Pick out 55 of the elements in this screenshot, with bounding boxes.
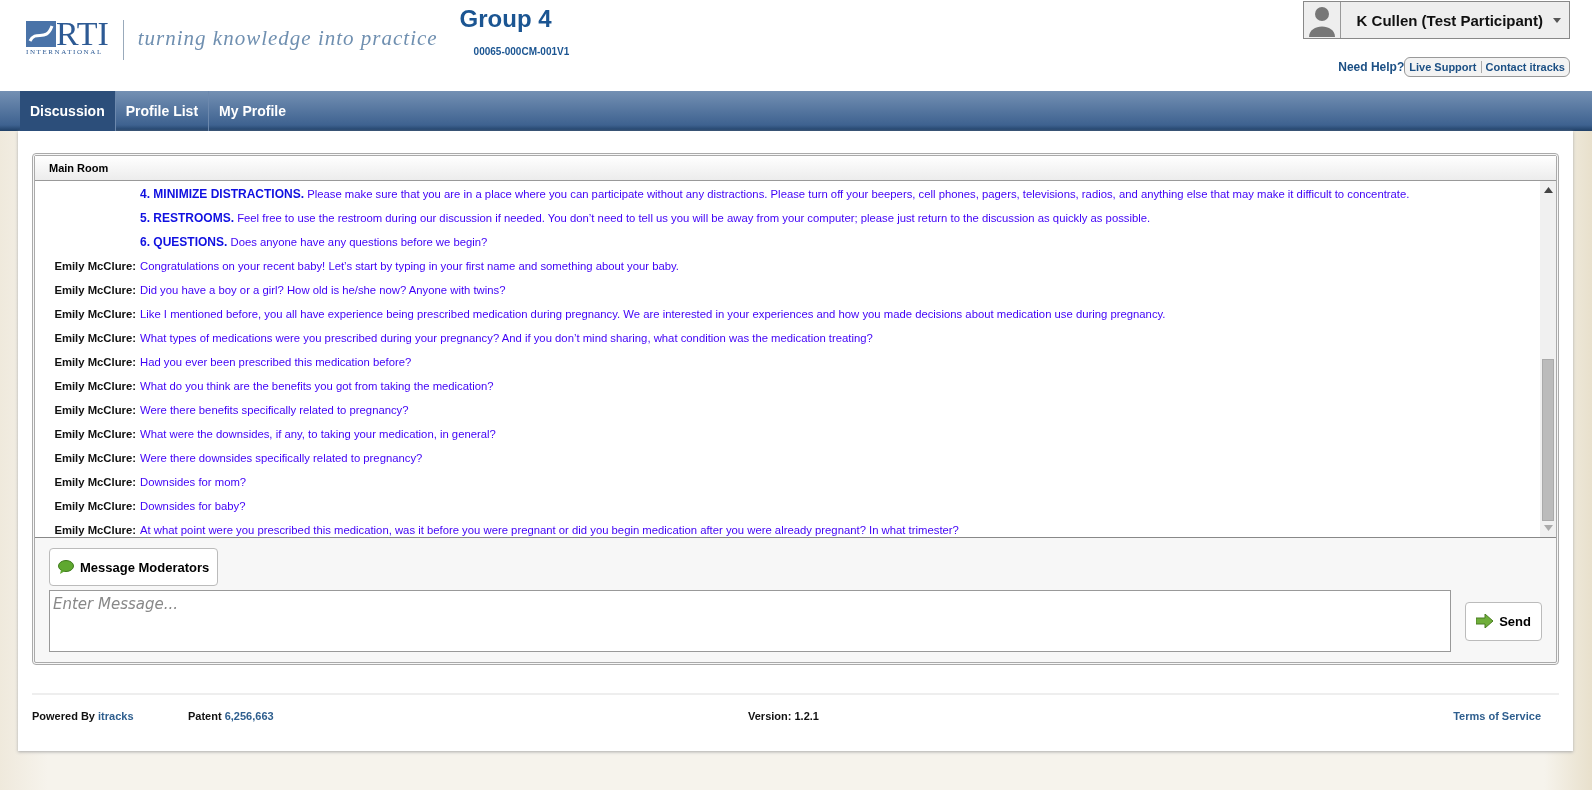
message-speaker: Emily McClure:	[54, 380, 136, 392]
message-text: What were the downsides, if any, to taking your medication, in general?	[140, 428, 496, 440]
message-input[interactable]: Enter Message...	[49, 590, 1452, 652]
user-menu-button[interactable]: K Cullen (Test Participant)	[1302, 1, 1570, 39]
nav-tab[interactable]: My Profile	[209, 91, 296, 131]
message-speaker: Emily McClure:	[54, 476, 136, 488]
message-moderators-button[interactable]: Message Moderators	[49, 548, 219, 586]
scroll-down-icon[interactable]	[1543, 525, 1553, 531]
logo-swirl-icon	[26, 21, 56, 47]
message-speaker: Emily McClure:	[54, 500, 136, 512]
message-speaker: Emily McClure:	[54, 356, 136, 368]
terms-of-service-link[interactable]: Terms of Service	[1453, 710, 1541, 722]
message-speaker: Emily McClure:	[54, 308, 136, 320]
message-text: Downsides for baby?	[140, 500, 246, 512]
message-text: 4. MINIMIZE DISTRACTIONS. Please make sure that you are in a place where you can participate without any distractions. Please turn off your beepers, cell phones, pagers, televisions, radios, and anything else that may make it difficult to concentrate.	[140, 187, 1410, 201]
message-speaker: Emily McClure:	[54, 332, 136, 344]
message-speaker: Emily McClure:	[54, 452, 136, 464]
itracks-link[interactable]: itracks	[98, 710, 134, 722]
message-speaker: Emily McClure:	[54, 260, 136, 272]
message-text: What do you think are the benefits you got from taking the medication?	[140, 380, 494, 392]
caret-icon	[1553, 17, 1561, 23]
group-code: 00065-000CM-001V1	[473, 46, 570, 57]
scroll-up-icon[interactable]	[1543, 187, 1553, 193]
message-text: What types of medications were you prescribed during your pregnancy? And if you don’t mind sharing, what condition was the medication treating?	[140, 332, 873, 344]
patent-link[interactable]: 6,256,663	[224, 710, 274, 722]
message-speaker: Emily McClure:	[54, 524, 136, 536]
room-title: Main Room	[35, 156, 1556, 181]
scrollbar[interactable]	[1540, 181, 1556, 537]
message-text: Congratulations on your recent baby! Let’s start by typing in your first name and something about your baby.	[140, 260, 679, 272]
message-speaker: Emily McClure:	[54, 284, 136, 296]
message-text: Were there benefits specifically related to pregnancy?	[140, 404, 409, 416]
send-button[interactable]: Send	[1465, 601, 1542, 641]
message-text: Did you have a boy or a girl? How old is he/she now? Anyone with twins?	[140, 284, 506, 296]
message-text: Had you ever been prescribed this medication before?	[140, 356, 412, 368]
logo-text: RTI	[56, 20, 109, 48]
help-link[interactable]: Live Support	[1405, 61, 1481, 73]
patent-label: Patent	[188, 710, 222, 722]
message-speaker: Emily McClure:	[54, 404, 136, 416]
message-text: Like I mentioned before, you all have experience being prescribed medication during pregnancy. We are interested in your experiences and how you made decisions about medication use during pregnancy.	[140, 308, 1166, 320]
message-text: 6. QUESTIONS. Does anyone have any questions before we begin?	[140, 235, 488, 249]
nav-tab[interactable]: Discussion	[20, 91, 116, 131]
group-title: Group 4	[459, 5, 553, 33]
arrow-right-icon	[1476, 614, 1494, 628]
scrollbar-thumb[interactable]	[1542, 359, 1554, 521]
version-text: Version: 1.2.1	[748, 710, 820, 722]
message-text: Downsides for mom?	[140, 476, 247, 488]
help-link[interactable]: Contact itracks	[1480, 61, 1569, 73]
tagline: turning knowledge into practice	[137, 26, 438, 51]
message-text: At what point were you prescribed this medication, was it before you were pregnant or did you begin medication after you were already pregnant? In what trimester?	[140, 524, 959, 536]
message-text: Were there downsides specifically related to pregnancy?	[140, 452, 423, 464]
speech-bubble-icon	[58, 560, 74, 574]
powered-by-label: Powered By	[32, 710, 95, 722]
message-speaker: Emily McClure:	[54, 428, 136, 440]
help-label: Need Help?	[1338, 60, 1405, 74]
message-text: 5. RESTROOMS. Feel free to use the restroom during our discussion if needed. You don’t need to tell us you will be away from your computer; please just return to the discussion as quickly as possible.	[140, 211, 1151, 225]
